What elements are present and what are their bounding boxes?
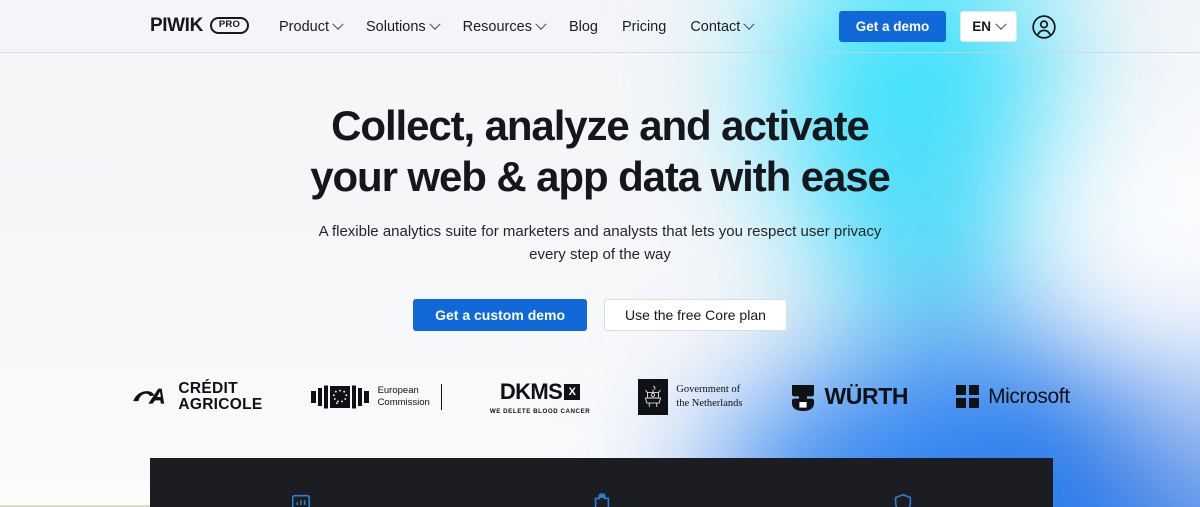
chevron-down-icon bbox=[535, 18, 547, 30]
credit-agricole-line-2: AGRICOLE bbox=[178, 395, 263, 413]
nav-item-solutions[interactable]: Solutions bbox=[365, 18, 441, 35]
piwik-pro-logo[interactable]: PIWIK PRO bbox=[150, 15, 250, 36]
page-title: Collect, analyze and activate your web &… bbox=[0, 105, 1200, 198]
logo-pro-badge: PRO bbox=[209, 16, 250, 35]
nav-item-label: Blog bbox=[568, 18, 598, 35]
european-commission-line-1: European bbox=[377, 384, 419, 396]
nav-item-label: Resources bbox=[462, 18, 532, 35]
site-header: PIWIK PRO Product Solutions Resources Bl… bbox=[0, 0, 1200, 53]
nav-item-label: Solutions bbox=[365, 18, 426, 35]
nav-item-label: Product bbox=[279, 18, 329, 35]
logo-wurth: WÜRTH bbox=[790, 377, 908, 417]
get-a-demo-button[interactable]: Get a demo bbox=[838, 11, 947, 42]
netherlands-line-1: Government of bbox=[676, 383, 741, 395]
netherlands-line-2: the Netherlands bbox=[676, 397, 743, 409]
wurth-mark-icon bbox=[792, 384, 815, 411]
dkms-tagline: WE DELETE BLOOD CANCER bbox=[489, 407, 591, 415]
hero-section: Collect, analyze and activate your web &… bbox=[0, 53, 1200, 417]
use-free-core-plan-button[interactable]: Use the free Core plan bbox=[604, 298, 787, 331]
language-selector-value: EN bbox=[972, 19, 991, 34]
chevron-down-icon bbox=[995, 18, 1007, 30]
header-actions: Get a demo EN bbox=[838, 0, 1200, 53]
netherlands-crest-icon bbox=[638, 378, 669, 415]
wurth-wordmark: WÜRTH bbox=[824, 383, 909, 409]
tag-manager-icon[interactable] bbox=[591, 492, 613, 507]
hero-title-line-2: your web & app data with ease bbox=[310, 153, 891, 200]
microsoft-wordmark: Microsoft bbox=[988, 384, 1070, 408]
primary-navigation: Product Solutions Resources Blog Pricing… bbox=[279, 0, 755, 53]
nav-item-pricing[interactable]: Pricing bbox=[622, 19, 666, 35]
chevron-down-icon bbox=[428, 18, 441, 30]
logo-credit-agricole: CRÉDIT AGRICOLE bbox=[130, 377, 262, 417]
page-root: PIWIK PRO Product Solutions Resources Bl… bbox=[0, 0, 1200, 507]
nav-item-label: Pricing bbox=[621, 18, 667, 35]
chevron-down-icon bbox=[743, 18, 755, 30]
logo-government-of-the-netherlands: Government of the Netherlands bbox=[638, 377, 742, 417]
logo-microsoft: Microsoft bbox=[956, 377, 1070, 417]
nav-item-product[interactable]: Product bbox=[279, 18, 344, 35]
client-logo-strip: CRÉDIT AGRICOLE European Commission DKMS… bbox=[0, 377, 1200, 417]
nav-item-blog[interactable]: Blog bbox=[569, 19, 598, 35]
european-commission-flag-icon bbox=[310, 385, 369, 408]
european-commission-divider bbox=[440, 383, 442, 410]
logo-european-commission: European Commission bbox=[310, 377, 442, 417]
dkms-x-mark-icon: X bbox=[564, 383, 581, 400]
logo-wordmark: PIWIK bbox=[150, 15, 203, 36]
hero-subtitle: A flexible analytics suite for marketers… bbox=[318, 223, 882, 264]
credit-agricole-line-1: CRÉDIT bbox=[178, 379, 238, 397]
nav-item-contact[interactable]: Contact bbox=[690, 18, 755, 35]
hero-cta-group: Get a custom demo Use the free Core plan bbox=[0, 298, 1200, 331]
nav-item-resources[interactable]: Resources bbox=[462, 18, 547, 35]
product-panel-icon-row bbox=[150, 492, 1053, 507]
hero-title-line-1: Collect, analyze and activate bbox=[331, 102, 870, 149]
get-custom-demo-button[interactable]: Get a custom demo bbox=[413, 298, 588, 331]
language-selector[interactable]: EN bbox=[960, 11, 1017, 42]
credit-agricole-mark-icon bbox=[133, 388, 165, 404]
account-button[interactable] bbox=[1031, 14, 1057, 40]
user-circle-icon bbox=[1032, 14, 1056, 39]
logo-dkms: DKMS X WE DELETE BLOOD CANCER bbox=[490, 377, 590, 417]
analytics-screen-icon[interactable] bbox=[290, 492, 312, 507]
european-commission-line-2: Commission bbox=[377, 396, 430, 408]
nav-item-label: Contact bbox=[690, 18, 741, 35]
dkms-wordmark: DKMS bbox=[499, 378, 563, 404]
microsoft-squares-icon bbox=[956, 385, 980, 408]
product-screenshot-panel bbox=[150, 458, 1053, 507]
consent-manager-icon[interactable] bbox=[892, 492, 914, 507]
chevron-down-icon bbox=[332, 18, 344, 30]
